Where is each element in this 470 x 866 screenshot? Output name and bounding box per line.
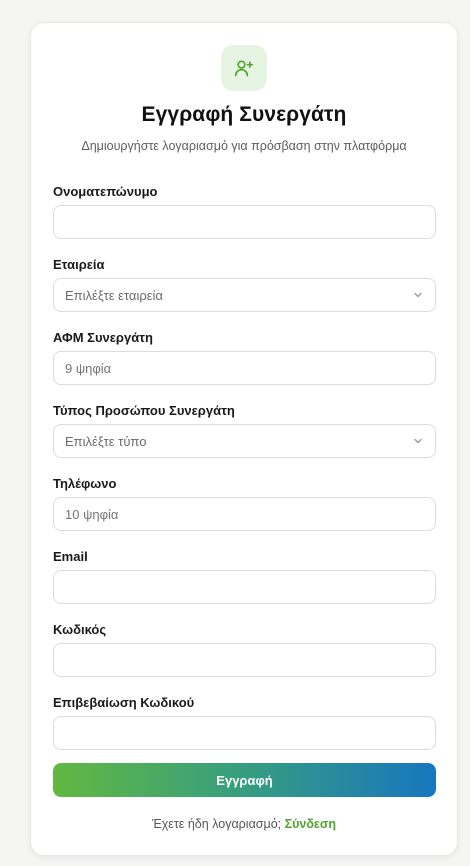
register-button[interactable]: Εγγραφή	[53, 763, 436, 797]
company-select[interactable]: Επιλέξτε εταιρεία	[53, 278, 436, 312]
login-prompt-text: Έχετε ήδη λογαριασμό;	[151, 817, 285, 831]
afm-label: ΑΦΜ Συνεργάτη	[53, 330, 153, 345]
page-subtitle: Δημιουργήστε λογαριασμό για πρόσβαση στη…	[81, 139, 407, 153]
email-input[interactable]	[53, 570, 436, 604]
phone-input[interactable]	[53, 497, 436, 531]
afm-field-group: ΑΦΜ Συνεργάτη	[53, 329, 436, 385]
chevron-down-icon	[414, 292, 422, 298]
password-field-group: Κωδικός	[53, 621, 436, 677]
password-confirm-field-group: Επιβεβαίωση Κωδικού	[53, 694, 436, 750]
password-input[interactable]	[53, 643, 436, 677]
fullname-field-group: Ονοματεπώνυμο	[53, 183, 436, 239]
person-type-field-group: Τύπος Προσώπου Συνεργάτη Επιλέξτε τύπο	[53, 402, 436, 458]
company-select-value: Επιλέξτε εταιρεία	[65, 287, 163, 303]
email-field-group: Email	[53, 548, 436, 604]
login-link[interactable]: Σύνδεση	[285, 817, 336, 831]
registration-card: Εγγραφή Συνεργάτη Δημιουργήστε λογαριασμ…	[30, 22, 458, 856]
person-type-label: Τύπος Προσώπου Συνεργάτη	[53, 403, 235, 418]
user-plus-icon	[221, 45, 267, 91]
phone-field-group: Τηλέφωνο	[53, 475, 436, 531]
page-title: Εγγραφή Συνεργάτη	[141, 103, 347, 126]
fullname-label: Ονοματεπώνυμο	[53, 184, 158, 199]
email-label: Email	[53, 549, 88, 564]
password-confirm-label: Επιβεβαίωση Κωδικού	[53, 695, 195, 710]
password-label: Κωδικός	[53, 622, 107, 637]
company-field-group: Εταιρεία Επιλέξτε εταιρεία	[53, 256, 436, 312]
person-type-select[interactable]: Επιλέξτε τύπο	[53, 424, 436, 458]
fullname-input[interactable]	[53, 205, 436, 239]
afm-input[interactable]	[53, 351, 436, 385]
password-confirm-input[interactable]	[53, 716, 436, 750]
company-label: Εταιρεία	[53, 257, 105, 272]
person-type-select-value: Επιλέξτε τύπο	[65, 433, 147, 449]
phone-label: Τηλέφωνο	[53, 476, 117, 491]
login-prompt: Έχετε ήδη λογαριασμό; Σύνδεση	[31, 817, 457, 831]
chevron-down-icon	[414, 438, 422, 444]
